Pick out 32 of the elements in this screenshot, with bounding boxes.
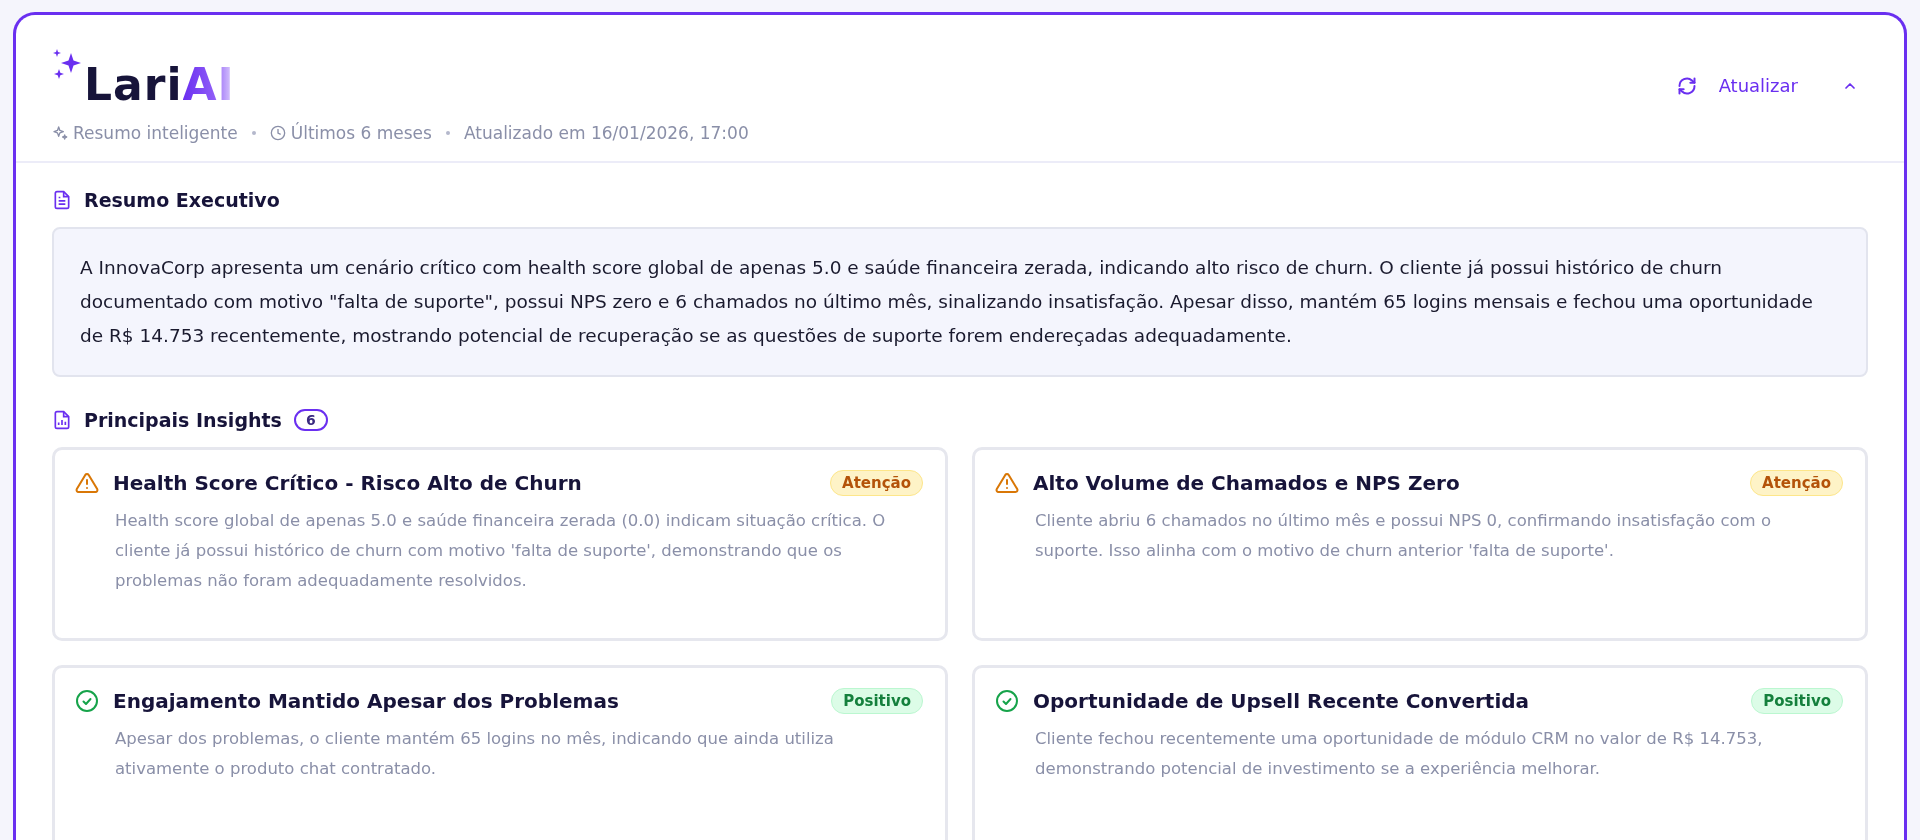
insight-title: Alto Volume de Chamados e NPS Zero	[1033, 471, 1461, 495]
count-badge: 6	[293, 409, 328, 431]
brand-logo: LariAI	[84, 58, 235, 107]
separator-dot	[445, 131, 450, 135]
separator-dot	[251, 131, 256, 135]
refresh-icon	[1676, 75, 1697, 96]
insight-text: Health score global de apenas 5.0 e saúde financeira zerada (0.0) indicam situação crítica. O cliente já possui histórico de churn com motivo 'falta de suporte', demonstrando que os problemas não foram adequadamente resolvidos.	[115, 510, 887, 592]
status-badge: Atenção	[1750, 470, 1843, 496]
meta-text: Atualizado em 16/01/2026, 17:00	[463, 123, 749, 143]
insight-title: Engajamento Mantido Apesar dos Problemas	[113, 689, 620, 713]
clock-icon	[269, 125, 286, 141]
check-circle-icon	[995, 689, 1019, 713]
chart-document-icon	[52, 409, 72, 431]
summary-text: A InnovaCorp apresenta um cenário crítico com health score global de apenas 5.0 e saúde financeira zerada, indicando alto risco de churn. O cliente já possui histórico de churn documentado com motivo "falta de suporte", possui NPS zero e 6 chamados no último mês, sinalizando insatisfação. Apesar disso, mantém 65 logins mensais e fechou uma oportunidade de R$ 14.753 recentemente, mostrando potencial de recuperação se as questões de suporte forem endereçadas adequadamente.	[52, 227, 1868, 377]
meta-text: Últimos 6 meses	[290, 123, 432, 143]
refresh-button[interactable]: Atualizar	[1672, 71, 1802, 100]
warning-icon	[75, 471, 99, 495]
insight-text: Cliente abriu 6 chamados no último mês e possui NPS 0, confirmando insatisfação com o suporte. Isso alinha com o motivo de churn anterior 'falta de suporte'.	[1035, 510, 1772, 562]
check-circle-icon	[75, 689, 99, 713]
warning-icon	[995, 471, 1019, 495]
insight-text: Apesar dos problemas, o cliente mantém 65 logins no mês, indicando que ainda utiliza ativamente o produto chat contratado.	[115, 728, 835, 780]
sparkle-icon	[52, 125, 68, 141]
insight-title: Oportunidade de Upsell Recente Convertida	[1033, 689, 1531, 713]
status-badge: Positivo	[831, 688, 923, 714]
meta-text: Resumo inteligente	[73, 123, 238, 143]
document-icon	[52, 189, 72, 211]
status-badge: Atenção	[830, 470, 923, 496]
section-title: Resumo Executivo	[84, 189, 280, 211]
section-title: Principais Insights	[84, 409, 282, 431]
status-badge: Positivo	[1751, 688, 1843, 714]
insight-text: Cliente fechou recentemente uma oportunidade de módulo CRM no valor de R$ 14.753, demonstrando potencial de investimento se a experiência melhorar.	[1035, 728, 1764, 780]
insight-title: Health Score Crítico - Risco Alto de Churn	[113, 471, 583, 495]
